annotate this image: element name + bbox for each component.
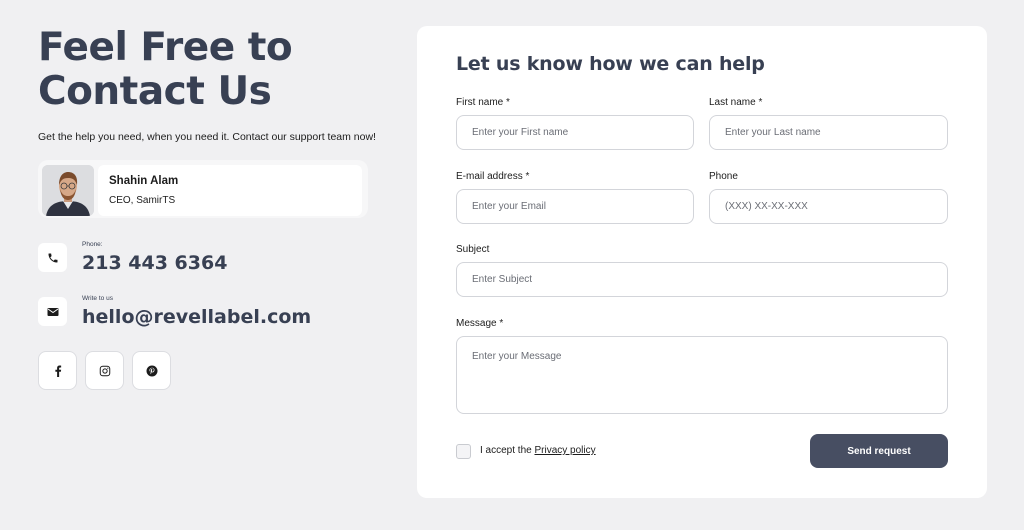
page-title-line-1: Feel Free to (38, 25, 293, 70)
privacy-policy-link[interactable]: Privacy policy (534, 445, 595, 456)
person-info: Shahin Alam CEO, SamirTS (98, 165, 362, 216)
email-address[interactable]: hello@revellabel.com (82, 306, 311, 328)
first-name-label: First name * (456, 97, 510, 108)
message-group: Message * (456, 318, 948, 419)
pinterest-button[interactable] (132, 351, 171, 390)
message-label: Message * (456, 318, 504, 329)
privacy-consent-label: I accept the (480, 445, 532, 456)
person-role: CEO, SamirTS (109, 195, 176, 206)
person-card: Shahin Alam CEO, SamirTS (38, 160, 368, 218)
subject-group: Subject (456, 244, 948, 297)
message-field[interactable] (456, 336, 948, 414)
email-field[interactable] (456, 189, 694, 224)
last-name-field[interactable] (709, 115, 948, 150)
subject-label: Subject (456, 244, 490, 255)
phone-number[interactable]: 213 443 6364 (82, 252, 227, 274)
pinterest-icon (146, 365, 157, 376)
phone-field-label: Phone (709, 171, 738, 182)
avatar (42, 165, 94, 216)
social-links (38, 351, 171, 390)
last-name-label: Last name * (709, 97, 763, 108)
phone-icon (38, 243, 67, 272)
phone-group: Phone (709, 171, 948, 224)
instagram-button[interactable] (85, 351, 124, 390)
contact-info-panel: Feel Free to Contact Us Get the help you… (38, 26, 378, 390)
person-name: Shahin Alam (109, 175, 179, 187)
first-name-group: First name * (456, 97, 694, 150)
phone-label: Phone: (82, 241, 103, 248)
privacy-checkbox[interactable] (456, 444, 471, 459)
first-name-field[interactable] (456, 115, 694, 150)
form-title: Let us know how we can help (456, 53, 765, 75)
send-request-button[interactable]: Send request (810, 434, 948, 468)
envelope-icon (38, 297, 67, 326)
email-group: E-mail address * (456, 171, 694, 224)
contact-form: Let us know how we can help First name *… (417, 26, 987, 498)
email-label: Write to us (82, 295, 113, 302)
phone-field[interactable] (709, 189, 948, 224)
facebook-icon (54, 365, 61, 377)
page-subtitle: Get the help you need, when you need it.… (38, 131, 376, 143)
facebook-button[interactable] (38, 351, 77, 390)
last-name-group: Last name * (709, 97, 948, 150)
privacy-consent: I accept the Privacy policy (480, 445, 596, 456)
page-title: Feel Free to Contact Us (38, 26, 378, 114)
email-field-label: E-mail address * (456, 171, 530, 182)
page-title-line-2: Contact Us (38, 69, 272, 114)
instagram-icon (99, 365, 110, 376)
subject-field[interactable] (456, 262, 948, 297)
